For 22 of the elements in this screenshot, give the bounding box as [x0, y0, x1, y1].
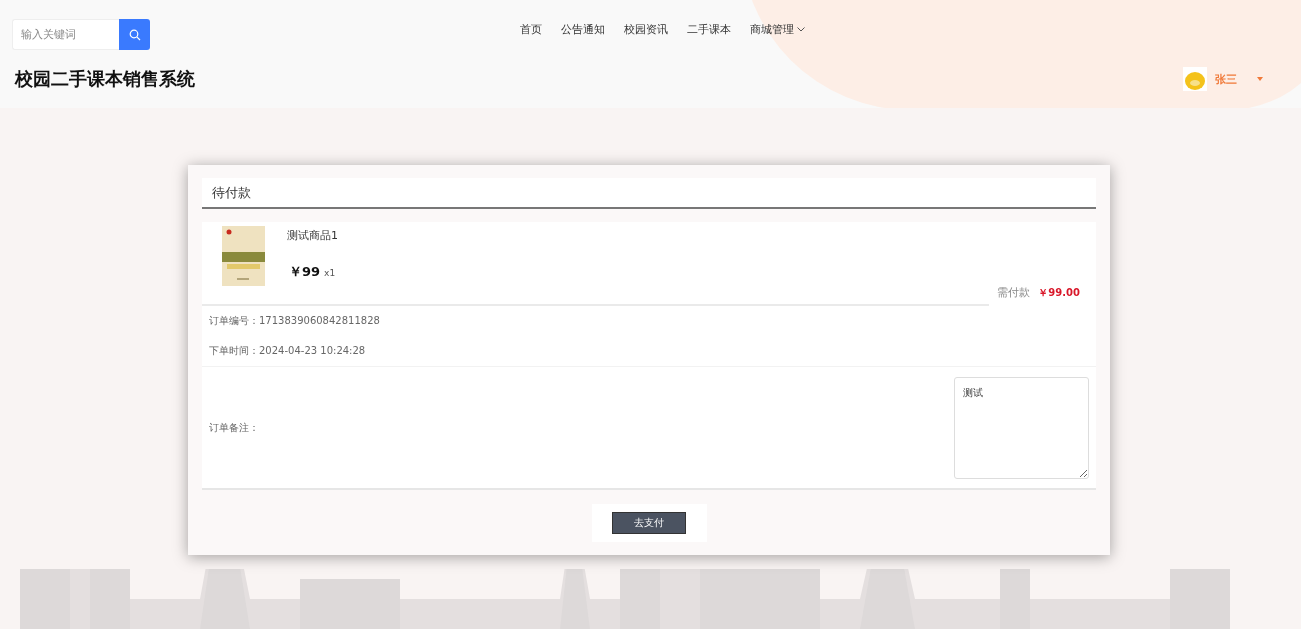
caret-icon[interactable]	[1257, 77, 1263, 81]
avatar-icon[interactable]	[1183, 67, 1207, 91]
search-icon	[128, 28, 141, 41]
nav-link[interactable]: 校园资讯	[624, 22, 668, 37]
search-button[interactable]	[119, 19, 150, 50]
product-price: ￥99	[289, 263, 321, 282]
total-amount: ￥99.00	[1038, 286, 1080, 301]
order-number: 订单编号：1713839060842811828	[209, 314, 381, 329]
nav-link[interactable]: 商城管理	[750, 22, 805, 37]
search-field[interactable]: 输入关键词	[12, 19, 119, 50]
note-label: 订单备注：	[209, 420, 259, 435]
product-quantity: x1	[324, 268, 336, 279]
site-title: 校园二手课本销售系统	[15, 67, 195, 91]
product-name: 测试商品1	[287, 228, 338, 244]
order-time: 下单时间：2024-04-23 10:24:28	[209, 344, 367, 359]
note-field[interactable]: 测试	[954, 376, 1089, 479]
order-status: 待付款	[202, 178, 1096, 210]
nav-link[interactable]: 公告通知	[561, 22, 605, 37]
nav-link[interactable]: 二手课本	[687, 22, 731, 37]
nav-link[interactable]: 首页	[520, 22, 542, 37]
total-label: 需付款	[997, 285, 1031, 301]
pay-button[interactable]: 去支付	[612, 512, 686, 534]
